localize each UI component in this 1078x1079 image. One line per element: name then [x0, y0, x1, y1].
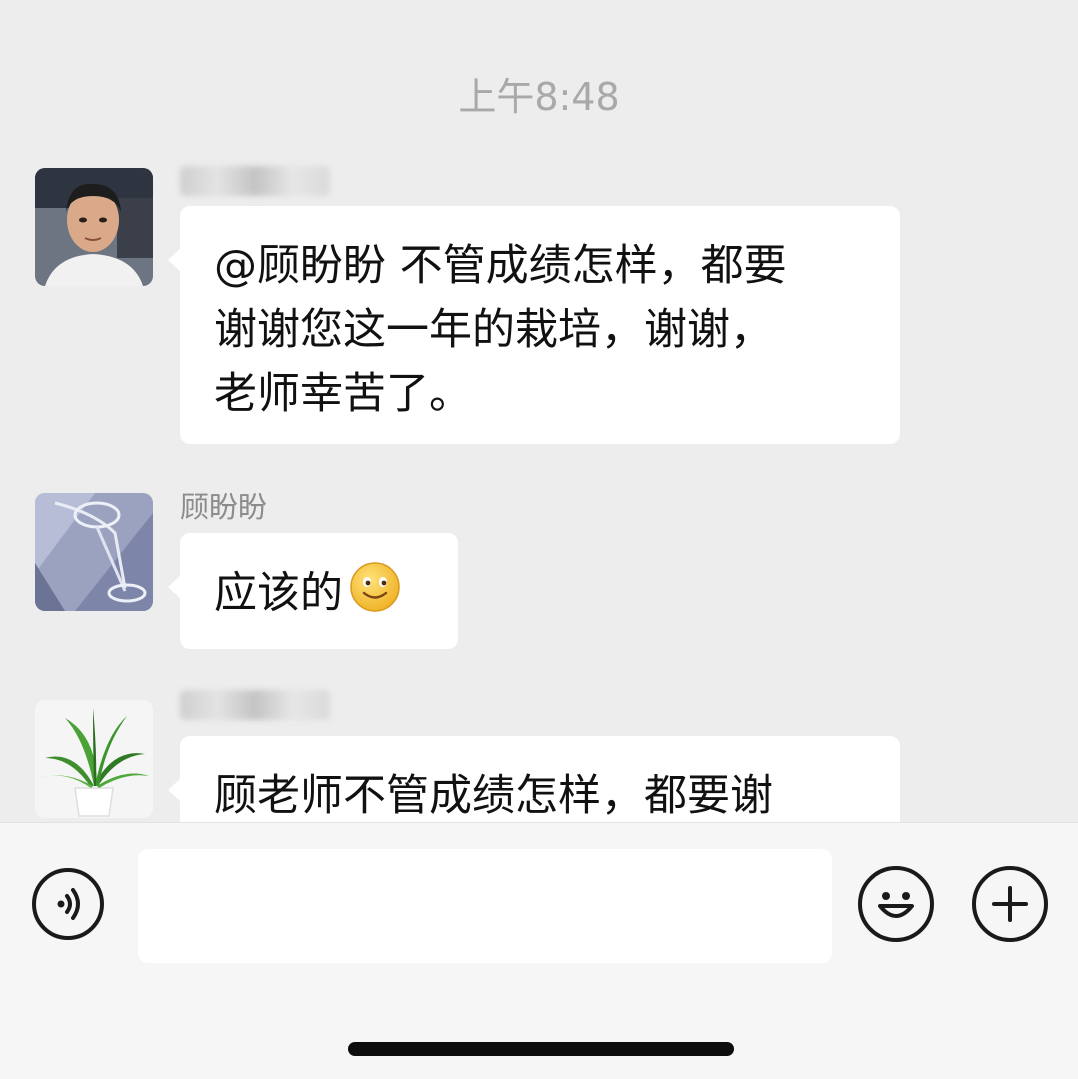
- message-line: 应该的: [214, 561, 424, 631]
- emoji-button[interactable]: [858, 866, 934, 942]
- home-indicator[interactable]: [348, 1042, 734, 1056]
- voice-icon: [57, 888, 80, 920]
- message-line: 谢谢您这一年的栽培，谢谢，: [214, 305, 773, 355]
- message-line: 顾老师不管成绩怎样，都要谢: [214, 771, 773, 821]
- plus-icon: [992, 886, 1028, 922]
- sender-name-redacted: [180, 166, 330, 196]
- message-text: 应该的: [214, 568, 343, 619]
- sender-name-redacted: [180, 690, 330, 720]
- man-portrait-avatar[interactable]: [35, 168, 153, 286]
- more-button[interactable]: [972, 866, 1048, 942]
- glass-photo-avatar[interactable]: [35, 493, 153, 611]
- emoji-icon: [878, 892, 914, 918]
- chat-input-bar: [0, 822, 1078, 1079]
- voice-button[interactable]: [32, 868, 104, 940]
- message-line: @顾盼盼 不管成绩怎样，都要: [214, 241, 787, 291]
- message-bubble[interactable]: 应该的: [168, 533, 458, 649]
- message-line: 老师幸苦了。: [214, 369, 472, 419]
- potted-plant-avatar[interactable]: [35, 700, 153, 818]
- message-input[interactable]: [138, 849, 832, 963]
- smile-emoji-icon: [349, 561, 401, 631]
- chat-timestamp: 上午8:48: [458, 75, 620, 119]
- sender-name: 顾盼盼: [180, 490, 268, 524]
- message-bubble[interactable]: @顾盼盼 不管成绩怎样，都要 谢谢您这一年的栽培，谢谢， 老师幸苦了。: [168, 206, 900, 444]
